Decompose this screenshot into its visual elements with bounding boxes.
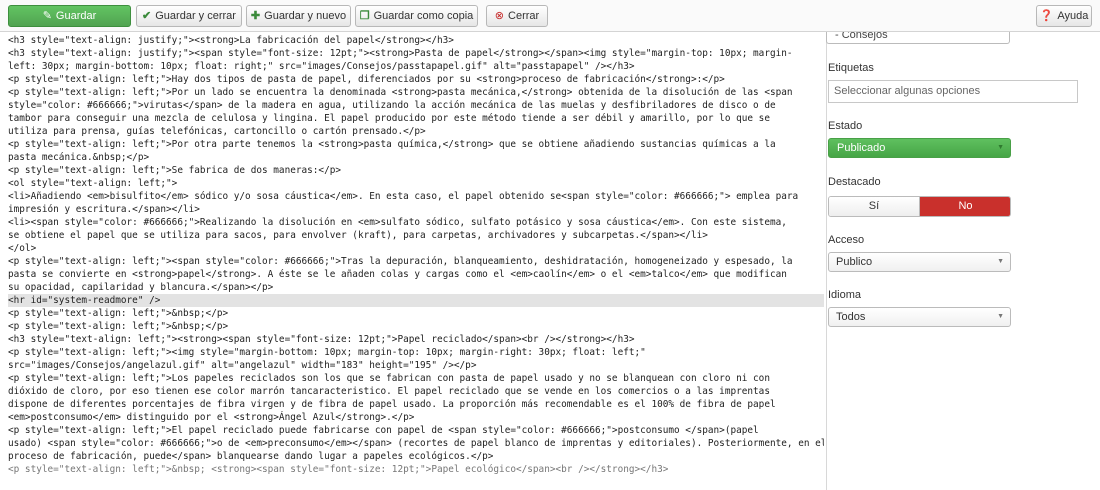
- help-label: Ayuda: [1057, 10, 1089, 22]
- category-select[interactable]: - Consejos: [826, 32, 1010, 44]
- code-line: <p style="text-align: left;">&nbsp;</p>: [8, 308, 229, 319]
- code-line: src="images/Consejos/angelazul.gif" alt=…: [8, 360, 477, 371]
- code-line: impresión y escritura.</span></li>: [8, 204, 200, 215]
- code-line: tambor para conseguir una mezcla de celu…: [8, 113, 770, 124]
- language-label: Idioma: [828, 289, 862, 301]
- category-value: - Consejos: [835, 32, 888, 41]
- code-line: dispone de diferentes porcentajes de fib…: [8, 399, 776, 410]
- code-line: <p style="text-align: left;">Por otra pa…: [8, 139, 776, 150]
- code-line: dióxido de cloro, por eso tienen ese col…: [8, 386, 770, 397]
- check-icon: ✔: [142, 10, 152, 22]
- toolbar: ✎ Guardar ✔ Guardar y cerrar ✚ Guardar y nu…: [0, 0, 1100, 32]
- chevron-down-icon: ▼: [997, 313, 1004, 320]
- tags-label: Etiquetas: [828, 62, 874, 74]
- code-line: <h3 style="text-align: justify;"><span s…: [8, 48, 793, 59]
- tags-placeholder: Seleccionar algunas opciones: [834, 85, 981, 97]
- code-line: usado) <span style="color: #666666;">o d…: [8, 438, 824, 449]
- save-close-label: Guardar y cerrar: [155, 10, 236, 22]
- close-circle-icon: ⊗: [494, 10, 505, 22]
- code-line: <li>Añadiendo <em>bisulfito</em> sódico …: [8, 191, 799, 202]
- language-select[interactable]: Todos ▼: [828, 307, 1011, 327]
- code-line: <p style="text-align: left;"><img style=…: [8, 347, 646, 358]
- access-select[interactable]: Publico ▼: [828, 252, 1011, 272]
- save-close-button[interactable]: ✔ Guardar y cerrar: [136, 5, 242, 27]
- code-line: <p style="text-align: left;">Los papeles…: [8, 373, 770, 384]
- code-line: <ol style="text-align: left;">: [8, 178, 178, 189]
- chevron-down-icon: ▼: [997, 258, 1004, 265]
- state-value: Publicado: [837, 142, 886, 154]
- code-line: <p style="text-align: left;">&nbsp;</p>: [8, 321, 229, 332]
- code-line: <p style="text-align: left;">El papel re…: [8, 425, 759, 436]
- code-line: <p style="text-align: left;"><span style…: [8, 256, 793, 267]
- state-label: Estado: [828, 120, 863, 132]
- close-button[interactable]: ⊗ Cerrar: [486, 5, 548, 27]
- code-line: <em>postconsumo</em> distinguido por el …: [8, 412, 415, 423]
- save-copy-label: Guardar como copia: [373, 10, 474, 22]
- code-line: pasta se convierte en <strong>papel</str…: [8, 269, 787, 280]
- access-label: Acceso: [828, 234, 865, 246]
- code-line: utiliza para prensa, guías telefónicas, …: [8, 126, 426, 137]
- code-line: style="color: #666666;">virutas</span> d…: [8, 100, 776, 111]
- save-copy-button[interactable]: ❐ Guardar como copia: [355, 5, 478, 27]
- code-line: <p style="text-align: left;">Por un lado…: [8, 87, 793, 98]
- plus-icon: ✚: [250, 10, 261, 22]
- code-line: <li><span style="color: #666666;">Realiz…: [8, 217, 787, 228]
- save-new-button[interactable]: ✚ Guardar y nuevo: [246, 5, 351, 27]
- help-button[interactable]: ❓ Ayuda: [1036, 5, 1092, 27]
- panel-divider: [826, 32, 827, 490]
- language-value: Todos: [836, 311, 866, 323]
- featured-yes-button[interactable]: Sí: [829, 197, 920, 216]
- code-editor[interactable]: <h3 style="text-align: justify;"><strong…: [8, 34, 824, 486]
- code-line: left: 30px; margin-bottom: 10px; float: …: [8, 61, 635, 72]
- featured-no-button[interactable]: No: [920, 197, 1010, 216]
- save-button[interactable]: ✎ Guardar: [8, 5, 131, 27]
- code-line: <p style="text-align: left;">&nbsp; <str…: [8, 464, 669, 475]
- save-new-label: Guardar y nuevo: [264, 10, 347, 22]
- chevron-down-icon: ▼: [997, 144, 1004, 151]
- help-icon: ❓: [1039, 10, 1054, 22]
- code-line: su opacidad, capilaridad y blancura.</sp…: [8, 282, 274, 293]
- code-line: </ol>: [8, 243, 37, 254]
- edit-icon: ✎: [42, 10, 52, 22]
- code-line: proceso de fabricación, puede</span> bla…: [8, 451, 494, 462]
- save-label: Guardar: [55, 10, 97, 22]
- code-line: pasta mecánica.&nbsp;</p>: [8, 152, 150, 163]
- code-line: <h3 style="text-align: left;"><strong><s…: [8, 334, 635, 345]
- code-line: <hr id="system-readmore" />: [8, 294, 824, 307]
- access-value: Publico: [836, 256, 873, 268]
- code-line: se obtiene el papel que se utiliza para …: [8, 230, 708, 241]
- state-select[interactable]: Publicado ▼: [828, 138, 1011, 158]
- code-line: <h3 style="text-align: justify;"><strong…: [8, 35, 454, 46]
- tags-input[interactable]: Seleccionar algunas opciones: [828, 80, 1078, 103]
- copy-icon: ❐: [359, 10, 370, 22]
- close-label: Cerrar: [508, 10, 540, 22]
- featured-toggle: Sí No: [828, 196, 1011, 217]
- code-line: <p style="text-align: left;">Hay dos tip…: [8, 74, 725, 85]
- code-line: <p style="text-align: left;">Se fabrica …: [8, 165, 342, 176]
- featured-label: Destacado: [828, 176, 881, 188]
- options-sidebar: - Consejos Etiquetas Seleccionar algunas…: [826, 32, 1100, 490]
